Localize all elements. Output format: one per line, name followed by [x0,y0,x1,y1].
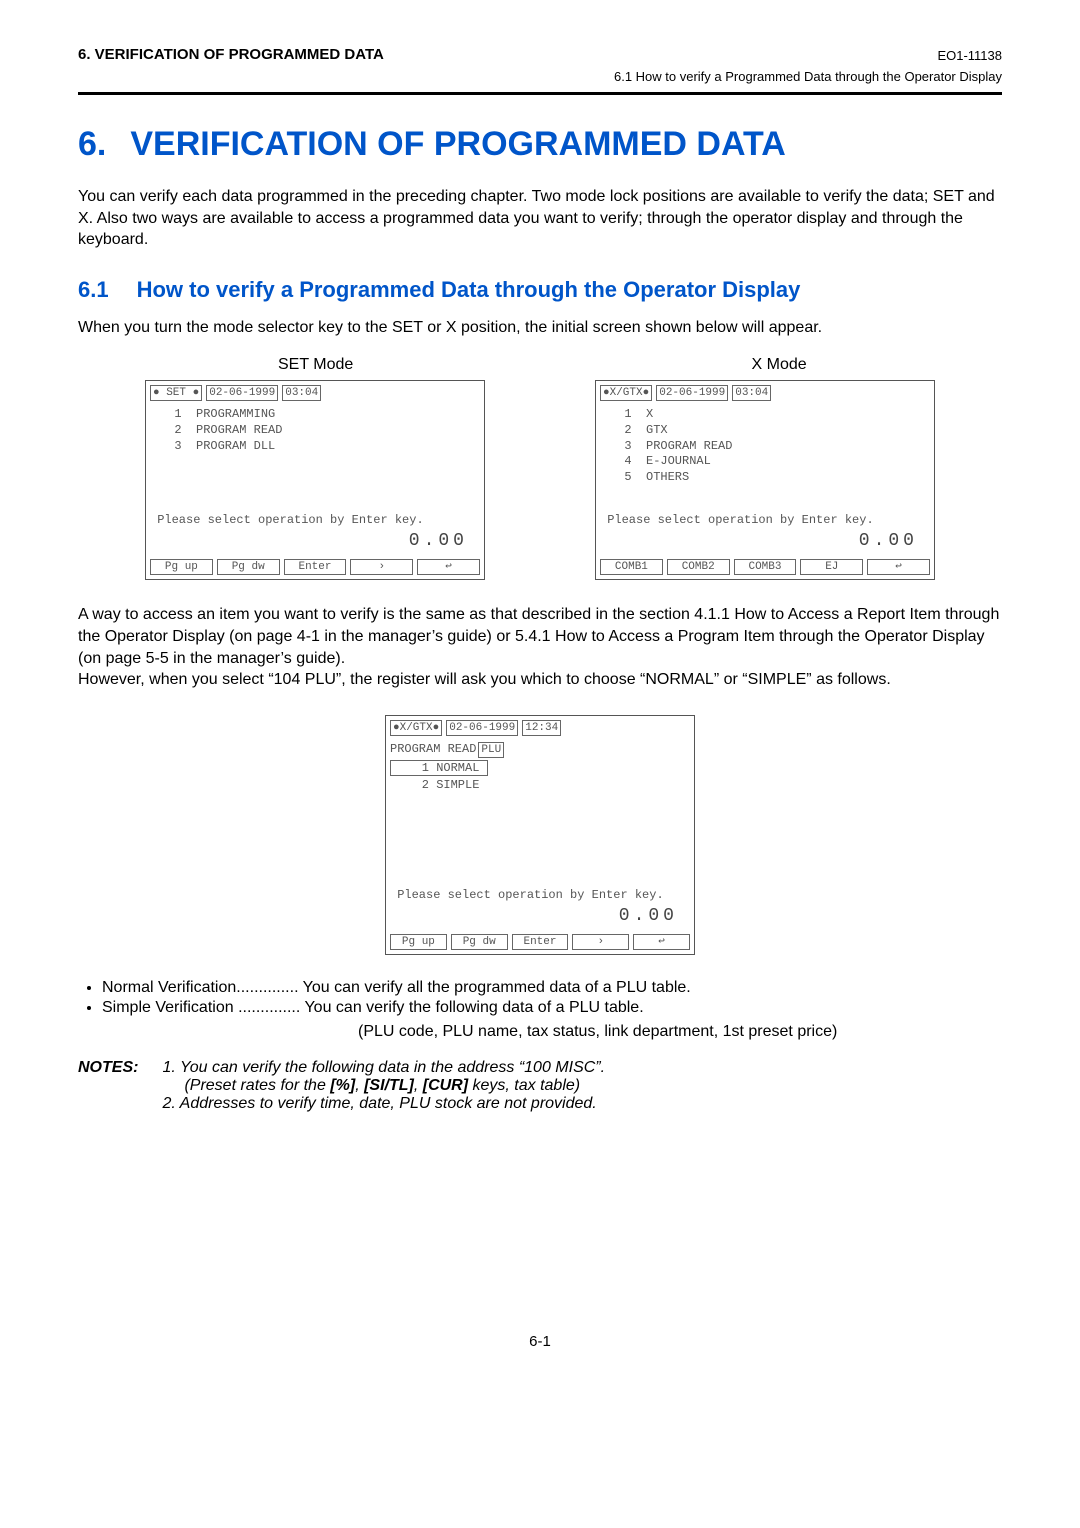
lcd-key-pgup: Pg up [150,559,213,575]
lcd-panel-x-mode: ●X/GTX● 02-06-1999 03:04 1 X 2 GTX 3 PRO… [595,380,935,580]
lcd-subtitle: PROGRAM READ [390,742,476,758]
lcd-key-next: › [572,934,629,950]
bullet-simple: Simple Verification .............. You c… [102,999,1002,1017]
lcd-key-next: › [350,559,413,575]
lcd-key-return: ↩ [633,934,690,950]
notes-label: NOTES: [78,1059,138,1077]
bullet-dots: .............. [236,979,298,996]
set-mode-label: SET Mode [78,356,602,374]
lcd-time: 12:34 [522,720,561,736]
lcd-time: 03:04 [282,385,321,401]
lcd-menu: 1 PROGRAMMING 2 PROGRAM READ 3 PROGRAM D… [150,407,480,507]
lcd-date: 02-06-1999 [206,385,278,401]
mid-paragraph-1: A way to access an item you want to veri… [78,604,1002,669]
lcd-key-comb2: COMB2 [667,559,730,575]
lcd-message: Please select operation by Enter key. [600,513,930,527]
lcd-mode-badge: ●X/GTX● [390,720,442,736]
lcd-key-comb1: COMB1 [600,559,663,575]
notes-line-1: 1. You can verify the following data in … [162,1059,605,1077]
lcd-amount: 0.00 [150,531,480,551]
bullet-simple-text: You can verify the following data of a P… [304,999,643,1016]
lcd-amount: 0.00 [390,906,690,926]
lcd-key-return: ↩ [417,559,480,575]
bullet-normal: Normal Verification.............. You ca… [102,979,1002,997]
page-number: 6-1 [78,1333,1002,1350]
lcd-panel-plu: ●X/GTX● 02-06-1999 12:34 PROGRAM READ PL… [385,715,695,955]
lcd-time: 03:04 [732,385,771,401]
bullet-simple-label: Simple Verification [102,999,234,1016]
bullet-dots: .............. [238,999,300,1016]
lcd-date: 02-06-1999 [656,385,728,401]
lcd-message: Please select operation by Enter key. [390,888,690,902]
lcd-message: Please select operation by Enter key. [150,513,480,527]
lcd-menu-item-simple: 2 SIMPLE [390,778,690,792]
lcd-menu: 1 X 2 GTX 3 PROGRAM READ 4 E-JOURNAL 5 O… [600,407,930,507]
notes-block: NOTES: 1. You can verify the following d… [78,1059,1002,1113]
lcd-menu-item-normal: 1 NORMAL [390,760,488,776]
lcd-key-pgup: Pg up [390,934,447,950]
section-number: 6.1 [78,277,109,302]
lcd-key-enter: Enter [512,934,569,950]
notes-line-3: 2. Addresses to verify time, date, PLU s… [162,1095,605,1113]
bullet-normal-text: You can verify all the programmed data o… [303,979,691,996]
notes-line-2: (Preset rates for the [%], [SI/TL], [CUR… [162,1077,605,1095]
chapter-number: 6. [78,125,106,163]
verification-bullets: Normal Verification.............. You ca… [78,979,1002,1017]
lcd-key-pgdw: Pg dw [217,559,280,575]
header-subtitle: 6.1 How to verify a Programmed Data thro… [78,69,1002,84]
x-mode-label: X Mode [602,356,1002,374]
section-intro: When you turn the mode selector key to t… [78,317,1002,339]
header-section-label: 6. VERIFICATION OF PROGRAMMED DATA [78,46,384,63]
bullet-normal-label: Normal Verification [102,979,236,996]
section-6-1-title: 6.1 How to verify a Programmed Data throu… [78,277,1002,303]
lcd-mode-badge: ●X/GTX● [600,385,652,401]
chapter-title: 6. VERIFICATION OF PROGRAMMED DATA [78,125,1002,164]
intro-paragraph: You can verify each data programmed in t… [78,186,1002,251]
bullet-simple-subline: (PLU code, PLU name, tax status, link de… [78,1023,1002,1041]
lcd-amount: 0.00 [600,531,930,551]
doc-code: EO1-11138 [937,48,1002,63]
lcd-panel-set-mode: ● SET ● 02-06-1999 03:04 1 PROGRAMMING 2… [145,380,485,580]
lcd-key-comb3: COMB3 [734,559,797,575]
lcd-key-enter: Enter [284,559,347,575]
chapter-title-text: VERIFICATION OF PROGRAMMED DATA [130,125,785,163]
section-title-text: How to verify a Programmed Data through … [137,277,801,302]
lcd-mode-badge: ● SET ● [150,385,202,401]
lcd-date: 02-06-1999 [446,720,518,736]
mid-paragraph-2: However, when you select “104 PLU”, the … [78,669,1002,691]
lcd-key-return: ↩ [867,559,930,575]
lcd-subtitle-box: PLU [478,742,504,758]
header-rule [78,92,1002,95]
lcd-key-pgdw: Pg dw [451,934,508,950]
lcd-key-ej: EJ [800,559,863,575]
